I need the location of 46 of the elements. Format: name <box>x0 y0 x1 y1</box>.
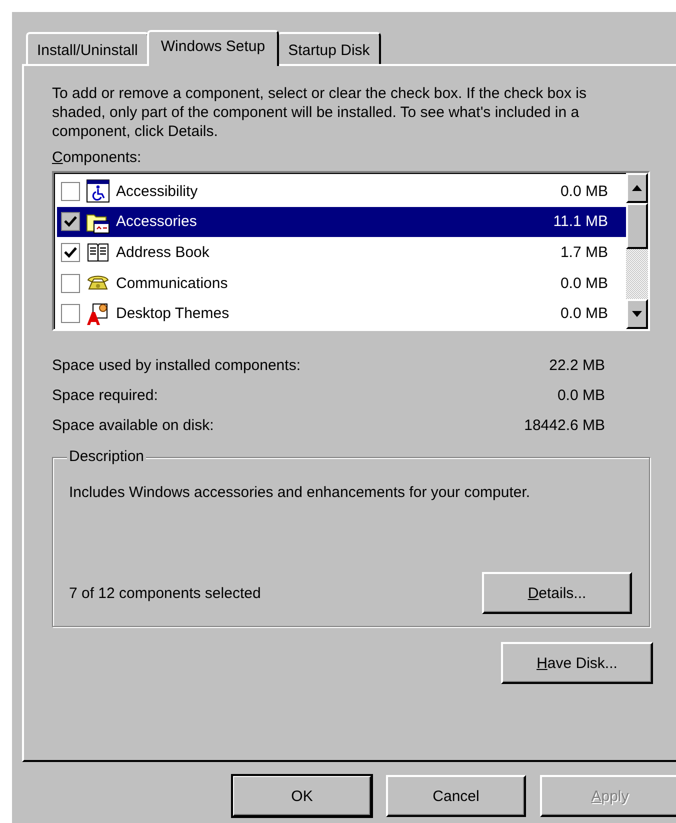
checkbox[interactable] <box>61 242 80 262</box>
scroll-down-button[interactable] <box>626 299 648 329</box>
description-text: Includes Windows accessories and enhancements for your computer. <box>69 483 532 503</box>
component-name: Communications <box>115 274 229 293</box>
space-value: 22.2 MB <box>548 356 605 376</box>
component-item[interactable]: Communications 0.0 MB <box>57 268 626 298</box>
component-item[interactable]: Desktop Themes 0.0 MB <box>57 298 626 329</box>
space-label: Space used by installed components: <box>52 356 302 376</box>
space-value: 0.0 MB <box>556 386 605 406</box>
themes-icon <box>86 302 110 326</box>
component-size: 0.0 MB <box>560 182 608 200</box>
scroll-up-button[interactable] <box>626 173 648 203</box>
dialog-button[interactable]: Cancel <box>386 775 526 817</box>
component-size: 11.1 MB <box>553 213 608 230</box>
dialog-button[interactable]: OK <box>232 775 372 817</box>
up-arrow-icon <box>632 185 642 191</box>
component-name: Accessories <box>115 212 198 232</box>
have-disk-button[interactable]: Have Disk... <box>501 642 653 684</box>
scrollbar[interactable] <box>626 173 648 329</box>
component-size: 0.0 MB <box>560 274 608 292</box>
details-button[interactable]: Details... <box>482 572 632 614</box>
space-value: 18442.6 MB <box>524 416 605 436</box>
components-label: Components: <box>52 148 142 167</box>
component-name: Address Book <box>115 242 210 262</box>
component-name: Desktop Themes <box>115 304 230 324</box>
component-size: 1.7 MB <box>560 244 608 261</box>
tab[interactable]: Startup Disk <box>277 32 381 64</box>
description-title: Description <box>67 447 146 467</box>
scroll-thumb[interactable] <box>626 203 648 249</box>
selection-count: 7 of 12 components selected <box>69 584 261 602</box>
checkbox[interactable] <box>61 274 80 293</box>
component-item[interactable]: Accessibility 0.0 MB <box>57 176 626 207</box>
wheelchair-icon <box>86 179 110 204</box>
component-item[interactable]: Accessories 11.1 MB <box>57 206 626 238</box>
tab[interactable]: Install/Uninstall <box>26 32 149 64</box>
space-label: Space available on disk: <box>52 416 215 436</box>
checkbox[interactable] <box>61 304 80 324</box>
tab[interactable]: Windows Setup <box>146 30 280 66</box>
component-item[interactable]: Address Book 1.7 MB <box>57 237 626 268</box>
component-name: Accessibility <box>115 182 199 201</box>
instructions-text: To add or remove a component, select or clear the check box. If the check box is shaded, only part of the component will be installed. To see what's included in a component, click Details. <box>52 84 588 141</box>
space-label: Space required: <box>52 386 159 406</box>
checkbox[interactable] <box>61 182 80 201</box>
checkbox[interactable] <box>61 212 80 232</box>
component-size: 0.0 MB <box>560 305 608 322</box>
down-arrow-icon <box>632 311 642 317</box>
